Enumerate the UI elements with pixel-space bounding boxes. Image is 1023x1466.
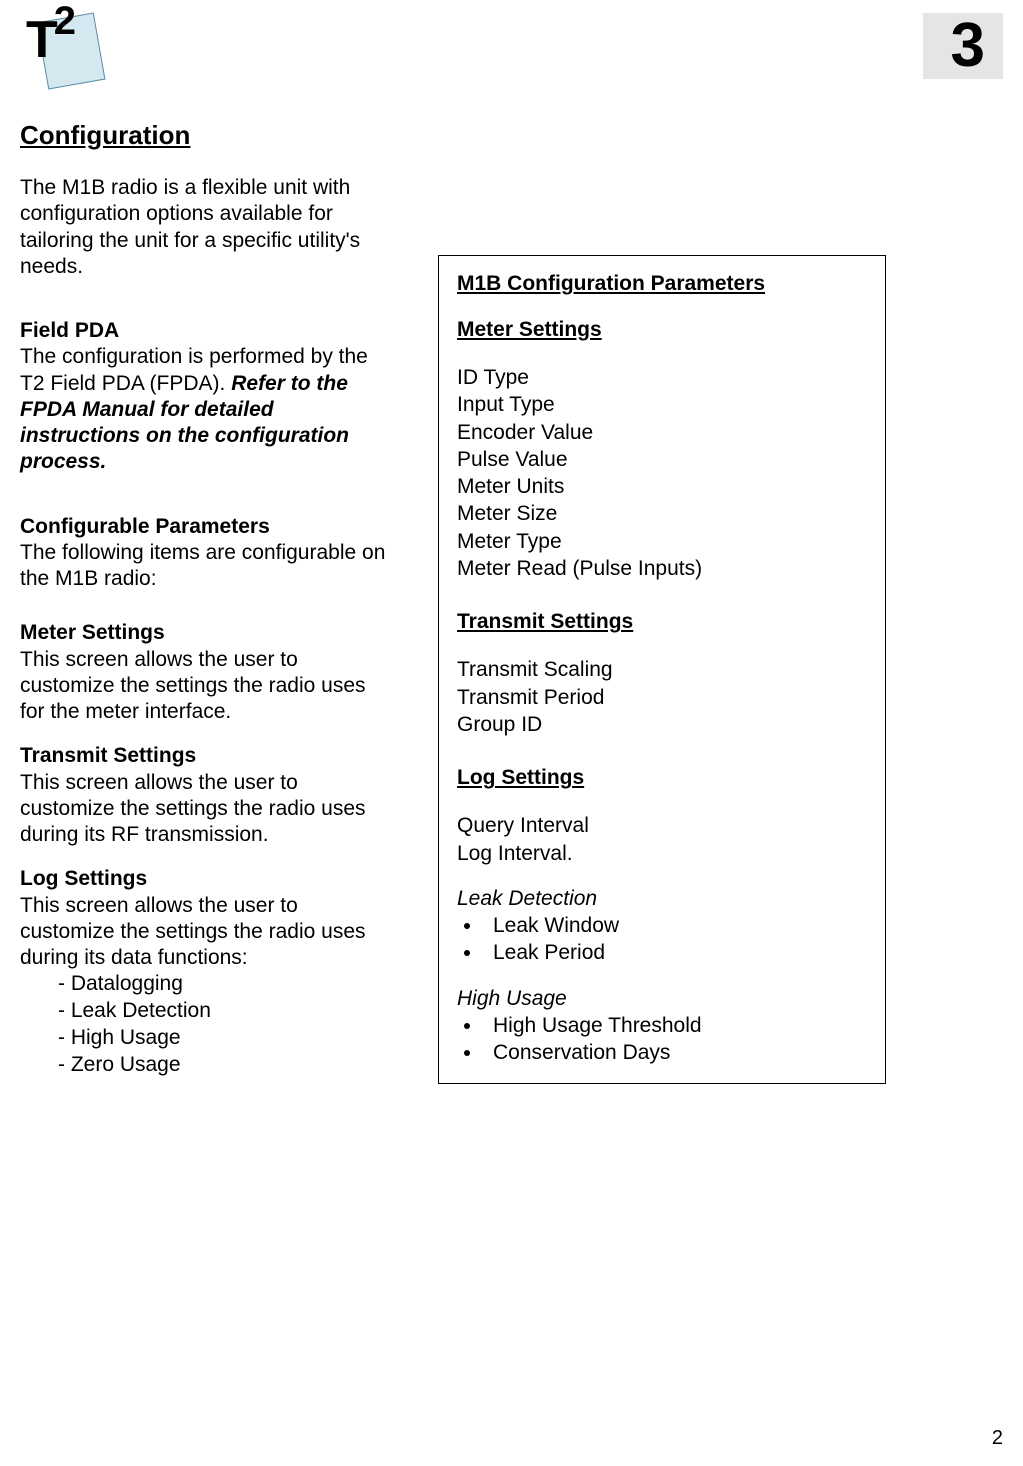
logo: T2 [20,5,100,90]
field-pda-heading: Field PDA [20,319,119,342]
list-item: Conservation Days [483,1039,867,1066]
box-log-heading: Log Settings [457,766,867,790]
main-heading: Configuration [20,120,1003,151]
log-settings-text: This screen allows the user to customize… [20,894,366,970]
param-item: Encoder Value [457,419,867,446]
box-meter-heading: Meter Settings [457,318,867,342]
list-item: Leak Window [483,912,867,939]
content-columns: The M1B radio is a flexible unit with co… [20,175,1003,1084]
meter-settings-heading: Meter Settings [20,621,165,644]
high-usage-label: High Usage [457,985,867,1012]
config-params-heading: Configurable Parameters [20,515,270,538]
logo-number-2: 2 [54,0,72,43]
param-item: ID Type [457,364,867,391]
log-settings-section: Log Settings This screen allows the user… [20,866,390,1079]
param-item: Meter Size [457,500,867,527]
list-item: - Zero Usage [58,1052,390,1079]
logo-text: T2 [26,7,72,70]
page-header: T2 3 [20,5,1003,90]
transmit-settings-heading: Transmit Settings [20,744,196,767]
chapter-number-box: 3 [923,13,1003,79]
transmit-settings-section: Transmit Settings This screen allows the… [20,743,390,848]
meter-settings-text: This screen allows the user to customize… [20,648,366,724]
high-usage-list: High Usage Threshold Conservation Days [457,1012,867,1067]
param-item: Query Interval [457,812,867,839]
list-item: High Usage Threshold [483,1012,867,1039]
param-item: Log Interval. [457,840,867,867]
param-item: Meter Type [457,528,867,555]
config-params-section: Configurable Parameters The following it… [20,514,390,593]
config-params-text: The following items are configurable on … [20,541,385,590]
field-pda-section: Field PDA The configuration is performed… [20,318,390,476]
chapter-number: 3 [951,15,985,77]
transmit-settings-text: This screen allows the user to customize… [20,771,366,847]
param-item: Meter Units [457,473,867,500]
log-settings-heading: Log Settings [20,867,147,890]
param-item: Pulse Value [457,446,867,473]
list-item: - Datalogging [58,971,390,998]
leak-detection-label: Leak Detection [457,885,867,912]
page-number: 2 [992,1427,1003,1450]
logo-letter-t: T [26,11,54,69]
param-item: Group ID [457,711,867,738]
meter-settings-section: Meter Settings This screen allows the us… [20,620,390,725]
list-item: - High Usage [58,1025,390,1052]
list-item: - Leak Detection [58,998,390,1025]
param-item: Meter Read (Pulse Inputs) [457,555,867,582]
parameters-box: M1B Configuration Parameters Meter Setti… [438,255,886,1084]
param-item: Input Type [457,391,867,418]
intro-paragraph: The M1B radio is a flexible unit with co… [20,175,390,280]
right-column: M1B Configuration Parameters Meter Setti… [438,255,886,1084]
leak-detection-list: Leak Window Leak Period [457,912,867,967]
log-settings-sublist: - Datalogging - Leak Detection - High Us… [20,971,390,1079]
list-item: Leak Period [483,939,867,966]
param-item: Transmit Period [457,684,867,711]
box-transmit-heading: Transmit Settings [457,610,867,634]
param-item: Transmit Scaling [457,656,867,683]
box-title: M1B Configuration Parameters [457,272,867,296]
left-column: The M1B radio is a flexible unit with co… [20,175,390,1079]
